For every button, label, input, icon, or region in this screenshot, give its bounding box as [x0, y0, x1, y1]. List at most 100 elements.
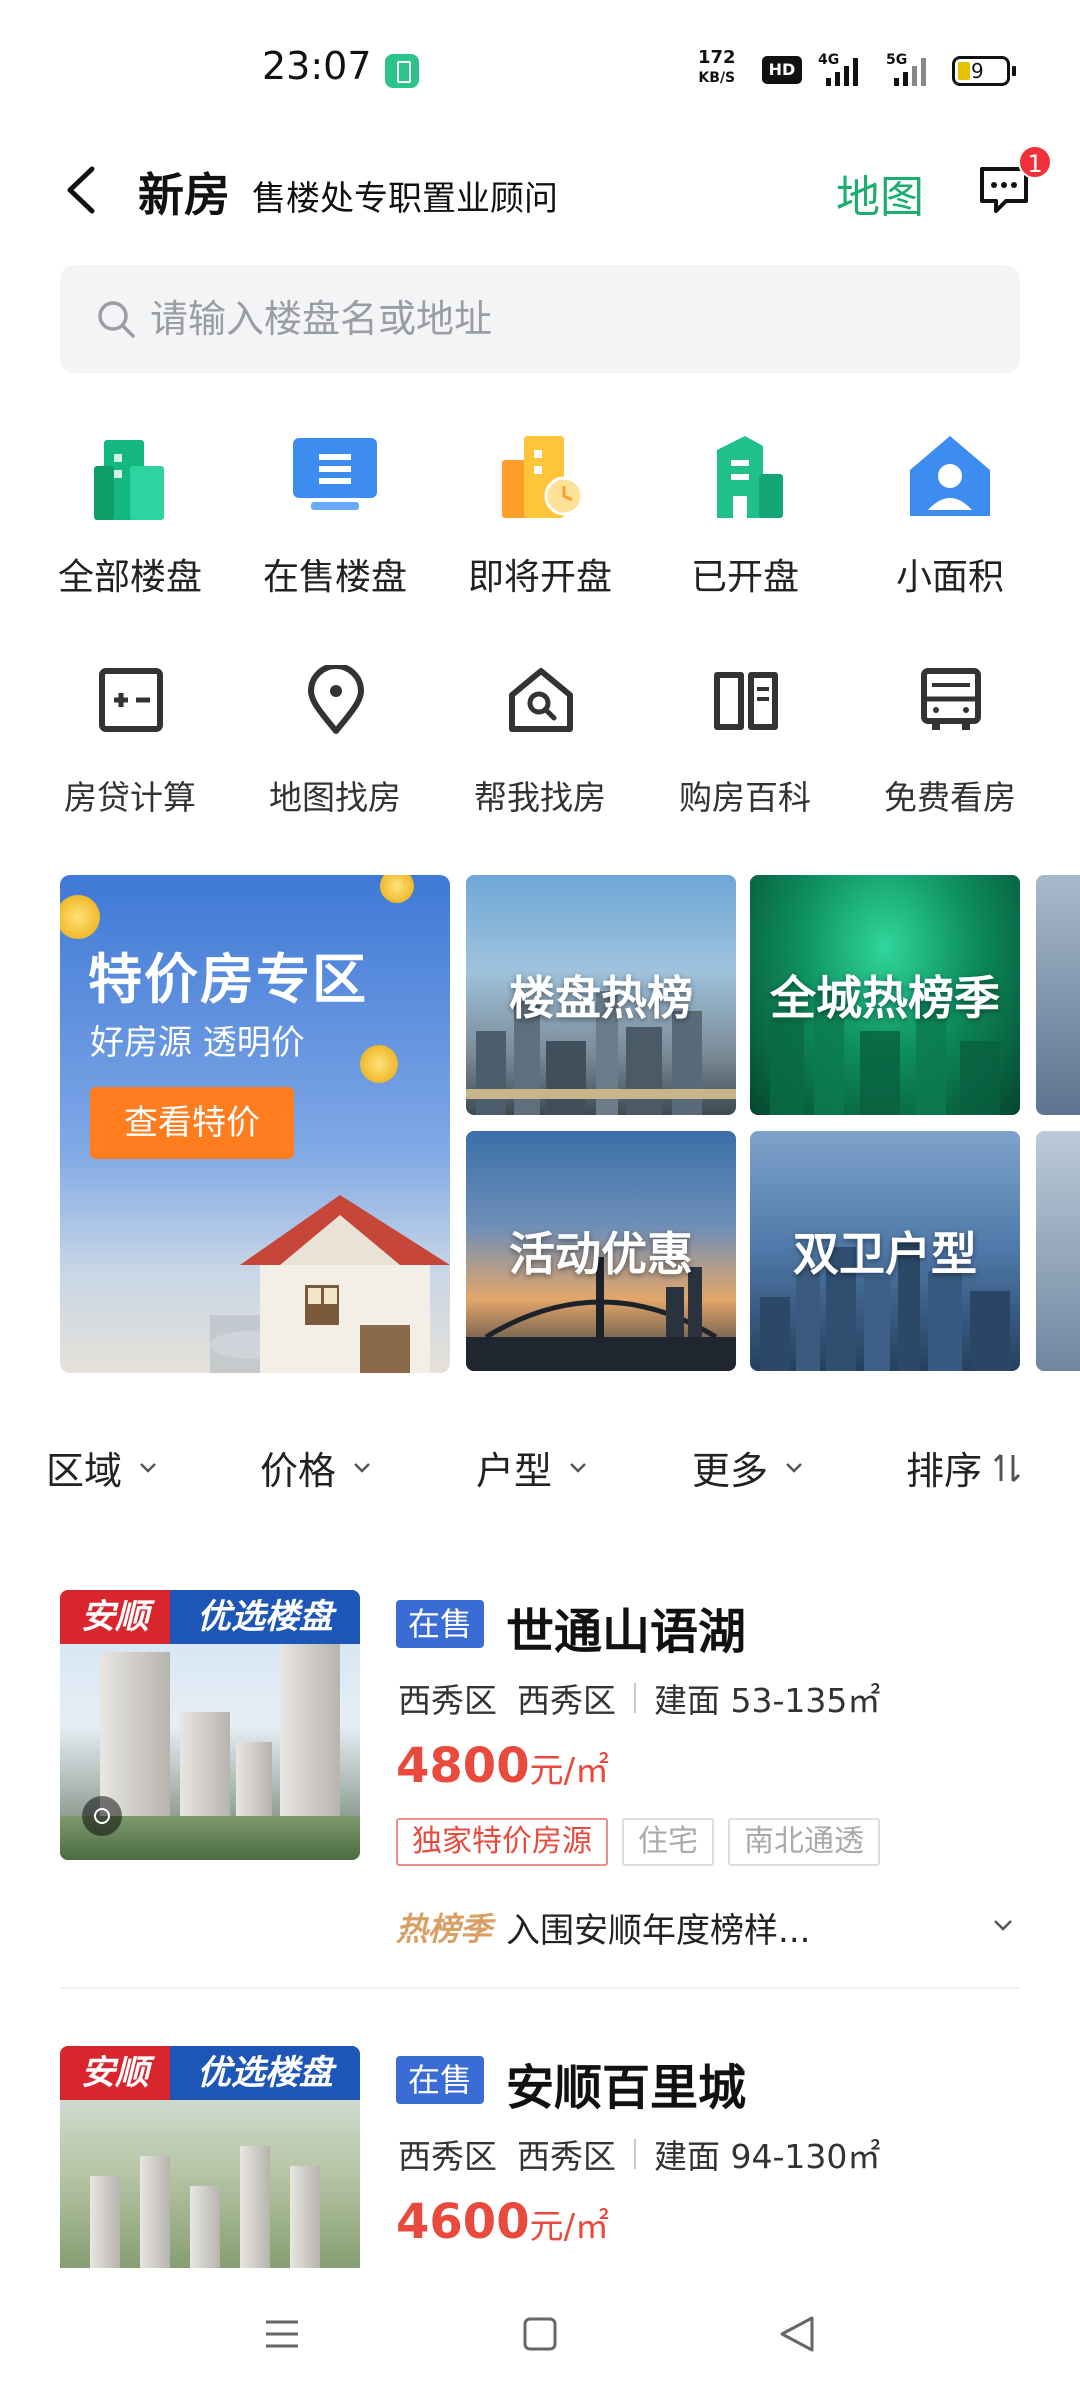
book-icon: [714, 672, 778, 730]
building-clock-icon: [502, 436, 584, 518]
tool-encyclopedia[interactable]: 购房百科: [645, 665, 845, 825]
map-button[interactable]: 地图: [836, 161, 924, 225]
search-input[interactable]: [150, 265, 990, 373]
page-title: 新房: [138, 168, 230, 222]
featured-tag: 安顺 优选楼盘: [60, 1590, 360, 1644]
battery-level: 9: [971, 59, 984, 83]
listing-price: 4600元/㎡: [396, 2194, 609, 2250]
home-icon[interactable]: [512, 2306, 568, 2362]
category-on-sale[interactable]: 在售楼盘: [235, 420, 435, 610]
view-special-button[interactable]: 查看特价: [90, 1087, 294, 1159]
status-badge: 在售: [396, 2056, 484, 2104]
listing-image[interactable]: 安顺 优选楼盘: [60, 2046, 360, 2268]
tool-mortgage-calc[interactable]: 房贷计算: [30, 665, 230, 825]
tool-help-find[interactable]: 帮我找房: [440, 665, 640, 825]
tile-label: 活动优惠: [509, 1227, 693, 1281]
menu-icon[interactable]: [254, 2306, 310, 2362]
tool-label: 地图找房: [269, 778, 401, 817]
buildings-icon: [94, 440, 164, 520]
category-small-area[interactable]: 小面积: [850, 420, 1050, 610]
ranking-text: 入围安顺年度榜样...: [506, 1910, 811, 1951]
listing-name: 安顺百里城: [506, 2060, 747, 2116]
tool-label: 房贷计算: [64, 778, 196, 817]
network-speed-unit: KB/S: [698, 70, 736, 86]
promotions-tile[interactable]: 活动优惠: [466, 1131, 736, 1371]
filter-layout[interactable]: 户型: [476, 1440, 588, 1495]
message-badge: 1: [1018, 145, 1052, 179]
tile-label: 全城热榜季: [770, 971, 1000, 1025]
promo-subtitle: 好房源 透明价: [90, 1023, 305, 1063]
filter-price[interactable]: 价格: [260, 1440, 372, 1495]
category-opened[interactable]: 已开盘: [645, 420, 845, 610]
listing-card[interactable]: 安顺 优选楼盘 在售 世通山语湖 西秀区 西秀区 建面 53-135㎡ 4800…: [60, 1590, 1020, 2010]
filter-layout-label: 户型: [476, 1449, 553, 1493]
listing-tag: 独家特价房源: [396, 1818, 608, 1866]
chevron-down-icon[interactable]: [992, 1918, 1014, 1934]
tile-label: 楼盘热榜: [509, 971, 693, 1025]
hot-buildings-tile[interactable]: 楼盘热榜: [466, 875, 736, 1115]
map-pin-icon: [308, 665, 364, 734]
category-all-buildings[interactable]: 全部楼盘: [30, 420, 230, 610]
header: 新房 售楼处专职置业顾问 地图 1: [0, 135, 1080, 245]
tool-free-visit[interactable]: 免费看房: [850, 665, 1050, 825]
ranking-row[interactable]: 热榜季 入围安顺年度榜样...: [396, 1902, 1020, 1952]
building-open-icon: [717, 436, 783, 518]
double-bath-tile[interactable]: 双卫户型: [750, 1131, 1020, 1371]
listing-tags: 独家特价房源 住宅 南北通透: [396, 1818, 894, 1866]
hd-icon: HD: [762, 56, 802, 84]
filter-price-label: 价格: [260, 1449, 337, 1493]
video-icon: [82, 1796, 122, 1836]
back-arrow-icon[interactable]: [60, 165, 104, 215]
filter-more-label: 更多: [692, 1449, 769, 1493]
search-bar[interactable]: [60, 265, 1020, 373]
banner-area: 特价房专区 好房源 透明价 查看特价 楼盘热榜 全城热榜季 活动优惠 双卫户型: [0, 875, 1080, 1373]
promo-title: 特价房专区: [88, 948, 368, 1011]
listing-tag: 南北通透: [728, 1818, 880, 1866]
charging-icon: [385, 54, 419, 88]
category-coming-soon[interactable]: 即将开盘: [440, 420, 640, 610]
chevron-down-icon: [786, 1462, 802, 1473]
listing-location: 西秀区 西秀区 建面 53-135㎡: [398, 1674, 880, 1722]
filter-sort[interactable]: 排序: [906, 1440, 1022, 1495]
price-value: 4800: [396, 1738, 530, 1794]
category-label: 小面积: [895, 557, 1004, 598]
special-offer-banner[interactable]: 特价房专区 好房源 透明价 查看特价: [60, 875, 450, 1373]
coin-icon: [360, 1045, 398, 1083]
signal-4g-icon: 4G: [818, 52, 868, 88]
featured-tag-city: 安顺: [60, 1590, 170, 1644]
back-icon[interactable]: [770, 2306, 826, 2362]
city-hot-season-tile[interactable]: 全城热榜季: [750, 875, 1020, 1115]
listing-district: 西秀区: [398, 1681, 497, 1720]
filter-sort-label: 排序: [906, 1449, 983, 1493]
calculator-icon: [99, 668, 163, 732]
filter-more[interactable]: 更多: [692, 1440, 804, 1495]
filter-area-label: 区域: [46, 1449, 123, 1493]
tool-map-search[interactable]: 地图找房: [235, 665, 435, 825]
filter-area[interactable]: 区域: [46, 1440, 158, 1495]
price-unit: 元/㎡: [529, 2207, 610, 2247]
listing-name: 世通山语湖: [506, 1604, 747, 1660]
banner-tile-partial[interactable]: [1036, 1131, 1080, 1371]
network-speed: 172 KB/S: [698, 48, 736, 88]
house-illustration: [210, 1195, 450, 1373]
listing-image[interactable]: 安顺 优选楼盘: [60, 1590, 360, 1860]
house-person-icon: [910, 436, 990, 516]
price-unit: 元/㎡: [529, 1751, 610, 1791]
featured-tag: 安顺 优选楼盘: [60, 2046, 360, 2100]
tool-label: 免费看房: [884, 778, 1016, 817]
listing-area: 建面 94-130㎡: [654, 2137, 881, 2176]
banner-tile-partial[interactable]: [1036, 875, 1080, 1115]
system-nav-bar: [0, 2268, 1080, 2400]
coin-icon: [380, 875, 414, 903]
coin-icon: [60, 895, 100, 939]
battery-icon: 9: [952, 56, 1016, 86]
search-icon: [98, 301, 135, 338]
status-bar: 23:07 172 KB/S HD 4G 5G 9: [0, 0, 1080, 120]
house-search-icon: [509, 668, 573, 732]
listing-location: 西秀区 西秀区 建面 94-130㎡: [398, 2130, 880, 2178]
listing-card[interactable]: 安顺 优选楼盘 在售 安顺百里城 西秀区 西秀区 建面 94-130㎡ 4600…: [60, 2046, 1020, 2268]
listing-area: 建面 53-135㎡: [654, 1681, 881, 1720]
signal-5g-icon: 5G: [880, 52, 936, 88]
listing-price: 4800元/㎡: [396, 1738, 609, 1794]
page-subtitle: 售楼处专职置业顾问: [252, 179, 558, 219]
